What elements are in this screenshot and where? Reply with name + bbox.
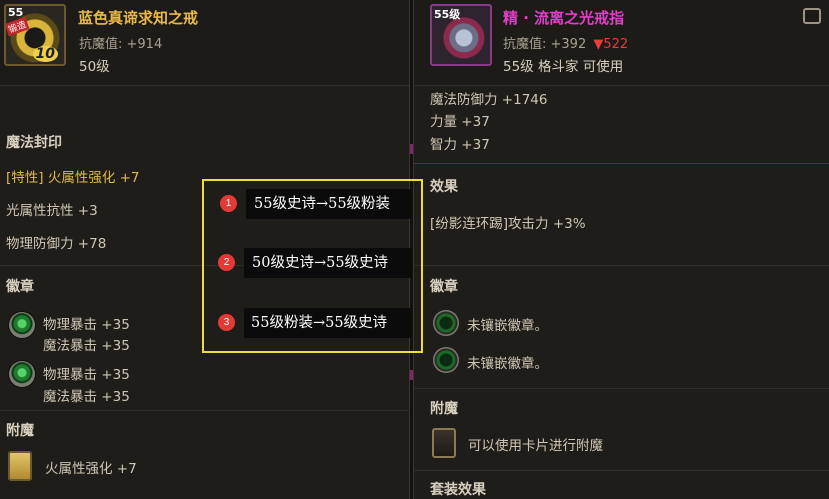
right-level: 55级 格斗家 可使用: [503, 59, 624, 75]
green-emblem-icon[interactable]: [9, 312, 35, 338]
overlay-row-1: 55级史诗→55级粉装: [246, 189, 412, 219]
left-header: 55 锻造 10 蓝色真谛求知之戒 抗魔值: +914 50级: [0, 0, 409, 86]
seal-line-1: [特性] 火属性强化 +7: [6, 170, 140, 186]
emblem-1-line-b: 魔法暴击 +35: [43, 338, 130, 354]
right-resist-delta: ▼522: [593, 37, 629, 52]
empty-card-slot-icon[interactable]: [432, 428, 456, 458]
divider-marker: [410, 370, 413, 380]
overlay-row-1-text: 55级史诗→55级粉装: [254, 196, 391, 212]
overlay-row-2-text: 50级史诗→55级史诗: [252, 255, 389, 271]
upgrade-path-overlay: 55级史诗→55级粉装 1 50级史诗→55级史诗 2 55级粉装→55级史诗 …: [202, 179, 423, 353]
right-resist: 抗魔值: +392 ▼522: [503, 33, 628, 52]
overlay-row-3: 55级粉装→55级史诗: [244, 308, 412, 338]
left-level: 50级: [79, 59, 110, 75]
overlay-num-3: 3: [218, 314, 235, 331]
right-emblem-1: 未镶嵌徽章。: [467, 318, 548, 334]
right-icon-badge-top: 55级: [434, 8, 461, 21]
right-header: 55级 精 · 流离之光戒指 抗魔值: +392 ▼522 55级 格斗家 可使…: [414, 0, 829, 86]
right-divider-2: [414, 265, 829, 266]
emblem-2-line-b: 魔法暴击 +35: [43, 389, 130, 405]
right-enchant-1: 可以使用卡片进行附魔: [468, 438, 603, 454]
set-effect-title: 套装效果: [430, 482, 486, 498]
left-icon-badge-tag: 锻造: [6, 16, 30, 37]
right-resist-value: 抗魔值: +392: [503, 37, 587, 52]
empty-emblem-slot-icon[interactable]: [433, 347, 459, 373]
right-stat-1: 魔法防御力 +1746: [430, 92, 548, 108]
left-emblem-title: 徽章: [6, 279, 34, 295]
effect-line-1: [纷影连环踢]攻击力 +3%: [430, 216, 586, 232]
enchant-card-icon[interactable]: [8, 451, 32, 481]
seal-line-3: 物理防御力 +78: [6, 236, 107, 252]
right-ring-icon[interactable]: 55级: [430, 4, 492, 66]
overlay-row-3-text: 55级粉装→55级史诗: [251, 315, 388, 331]
right-emblem-title: 徽章: [430, 279, 458, 295]
divider-marker: [410, 144, 413, 154]
right-enchant-title: 附魔: [430, 401, 458, 417]
right-item-title: 精 · 流离之光戒指: [503, 9, 625, 27]
emblem-1-line-a: 物理暴击 +35: [43, 317, 130, 333]
empty-emblem-slot-icon[interactable]: [433, 310, 459, 336]
right-item-tooltip: 55级 精 · 流离之光戒指 抗魔值: +392 ▼522 55级 格斗家 可使…: [414, 0, 829, 499]
left-resist: 抗魔值: +914: [79, 37, 163, 52]
right-stat-3: 智力 +37: [430, 137, 490, 153]
enchant-line-1: 火属性强化 +7: [45, 461, 137, 477]
left-icon-badge-num: 10: [32, 46, 58, 62]
right-divider-1: [414, 163, 829, 164]
right-stat-2: 力量 +37: [430, 114, 490, 130]
seal-line-2: 光属性抗性 +3: [6, 203, 98, 219]
share-icon[interactable]: [803, 8, 821, 24]
overlay-num-2: 2: [218, 254, 235, 271]
right-divider-4: [414, 470, 829, 471]
right-divider-3: [414, 388, 829, 389]
seal-title: 魔法封印: [6, 135, 62, 151]
right-emblem-2: 未镶嵌徽章。: [467, 356, 548, 372]
left-ring-icon[interactable]: 55 锻造 10: [4, 4, 66, 66]
overlay-num-1: 1: [220, 195, 237, 212]
left-item-title: 蓝色真谛求知之戒: [78, 9, 199, 27]
overlay-row-2: 50级史诗→55级史诗: [244, 248, 412, 278]
left-enchant-title: 附魔: [6, 423, 34, 439]
emblem-2-line-a: 物理暴击 +35: [43, 367, 130, 383]
left-divider-2: [0, 410, 409, 411]
effect-title: 效果: [430, 179, 458, 195]
green-emblem-icon[interactable]: [9, 361, 35, 387]
